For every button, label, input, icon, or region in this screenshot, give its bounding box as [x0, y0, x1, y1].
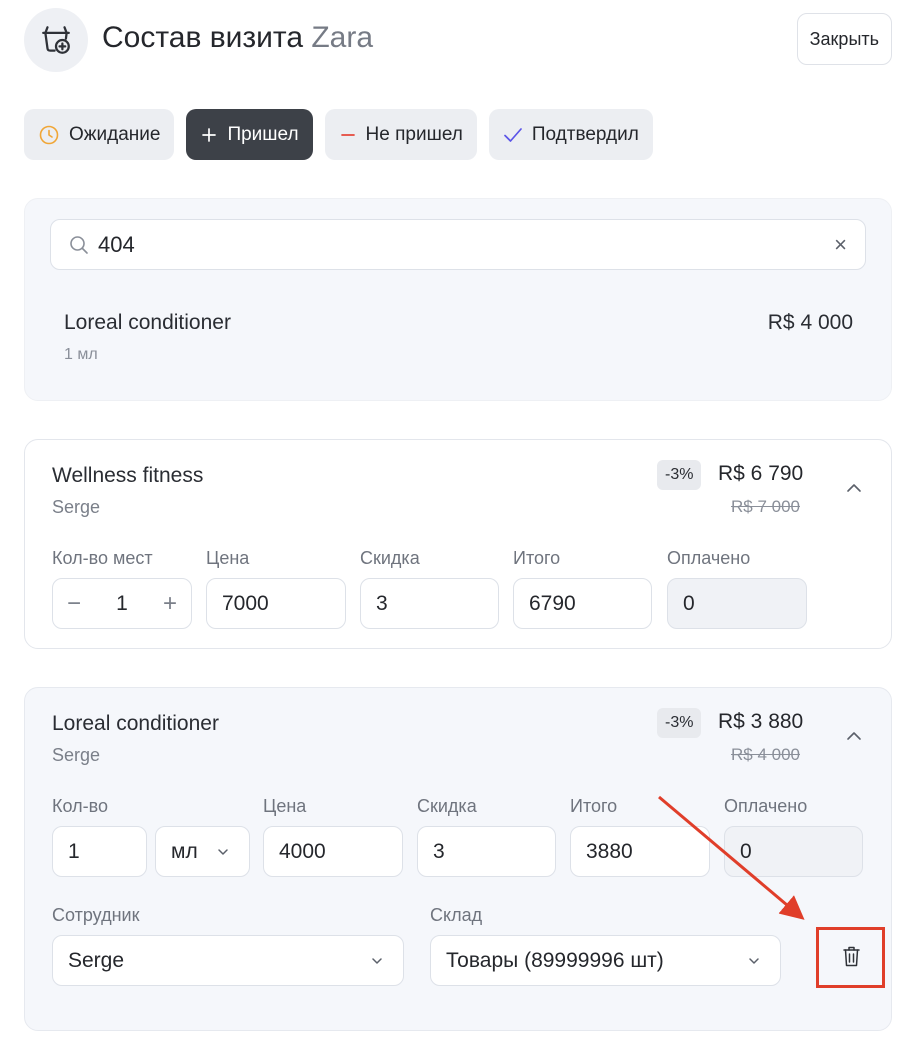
check-icon	[504, 127, 522, 142]
search-input[interactable]: 404 ×	[50, 219, 866, 270]
total-input[interactable]: 6790	[513, 578, 652, 629]
employee-label: Сотрудник	[52, 905, 140, 925]
total-label: Итого	[513, 548, 561, 568]
paid-field: 0	[667, 578, 807, 629]
paid-label: Оплачено	[667, 548, 751, 568]
annotation-highlight-box	[816, 927, 885, 988]
chevron-up-icon[interactable]	[845, 482, 863, 494]
unit-select[interactable]: мл	[155, 826, 250, 877]
price-label: Цена	[206, 548, 250, 568]
decrement-button[interactable]: −	[67, 590, 81, 618]
price-input[interactable]: 4000	[263, 826, 403, 877]
status-waiting-button[interactable]: Ожидание	[24, 109, 175, 160]
page-title: Состав визита Zara	[102, 21, 373, 55]
chevron-up-icon[interactable]	[845, 730, 863, 742]
chevron-down-icon	[372, 958, 382, 964]
header: Состав визита Zara Закрыть	[24, 8, 892, 72]
item-price: R$ 3 880	[718, 710, 804, 733]
clear-search-icon[interactable]: ×	[834, 232, 847, 258]
increment-button[interactable]: +	[163, 590, 177, 618]
discount-label: Скидка	[360, 548, 420, 568]
discount-badge: -3%	[657, 460, 702, 490]
close-button[interactable]: Закрыть	[796, 13, 892, 65]
quantity-value: 1	[116, 591, 128, 615]
plus-icon	[202, 127, 217, 142]
item-old-price: R$ 7 000	[731, 497, 800, 516]
quantity-stepper[interactable]: − 1 +	[52, 578, 192, 629]
chevron-down-icon	[749, 958, 759, 964]
price-label: Цена	[263, 796, 307, 816]
basket-add-icon	[24, 8, 88, 72]
item-staff: Serge	[52, 497, 101, 517]
status-confirmed-button[interactable]: Подтвердил	[488, 109, 653, 160]
chevron-down-icon	[218, 849, 228, 855]
unit-select-value: мл	[171, 839, 198, 863]
total-label: Итого	[570, 796, 618, 816]
quantity-input[interactable]: 1	[52, 826, 147, 877]
status-no-show-button[interactable]: Не пришел	[324, 109, 477, 160]
discount-input[interactable]: 3	[360, 578, 499, 629]
status-arrived-button[interactable]: Пришел	[186, 109, 313, 160]
qty-label: Кол-во	[52, 796, 108, 816]
warehouse-label: Склад	[430, 905, 483, 925]
employee-select-value: Serge	[68, 948, 125, 972]
discount-label: Скидка	[417, 796, 477, 816]
page-title-text: Состав визита	[102, 21, 304, 54]
minus-icon	[340, 133, 355, 136]
item-old-price: R$ 4 000	[731, 745, 800, 764]
employee-select[interactable]: Serge	[52, 935, 404, 986]
item-staff: Serge	[52, 745, 101, 765]
item-name: Wellness fitness	[52, 464, 204, 487]
status-arrived-label: Пришел	[227, 123, 299, 145]
discount-input[interactable]: 3	[417, 826, 556, 877]
trash-icon[interactable]	[843, 946, 860, 967]
discount-badge: -3%	[657, 708, 702, 738]
clock-icon	[39, 125, 59, 144]
product-search-panel: 404 × Loreal conditioner 1 мл R$ 4 000	[24, 198, 892, 401]
client-name: Zara	[311, 21, 374, 54]
visit-item-service: Wellness fitness Serge -3% R$ 6 790 R$ 7…	[24, 439, 892, 649]
item-name: Loreal conditioner	[52, 712, 219, 735]
search-result-price: R$ 4 000	[767, 311, 853, 334]
qty-label: Кол-во мест	[52, 548, 153, 568]
status-confirmed-label: Подтвердил	[531, 123, 639, 145]
status-waiting-label: Ожидание	[69, 123, 161, 145]
status-selector: Ожидание Пришел Не пришел Подтвердил	[24, 109, 653, 160]
search-icon	[70, 236, 88, 254]
total-input[interactable]: 3880	[570, 826, 710, 877]
warehouse-select-value: Товары (89999996 шт)	[446, 948, 664, 972]
search-value: 404	[98, 232, 135, 257]
item-price: R$ 6 790	[718, 462, 804, 485]
price-input[interactable]: 7000	[206, 578, 346, 629]
search-result-unit: 1 мл	[64, 346, 98, 363]
warehouse-select[interactable]: Товары (89999996 шт)	[430, 935, 781, 986]
visit-item-product: Loreal conditioner Serge -3% R$ 3 880 R$…	[24, 687, 892, 1031]
search-result-name: Loreal conditioner	[64, 311, 231, 334]
status-no-show-label: Не пришел	[365, 123, 463, 145]
paid-label: Оплачено	[724, 796, 808, 816]
paid-field: 0	[724, 826, 863, 877]
